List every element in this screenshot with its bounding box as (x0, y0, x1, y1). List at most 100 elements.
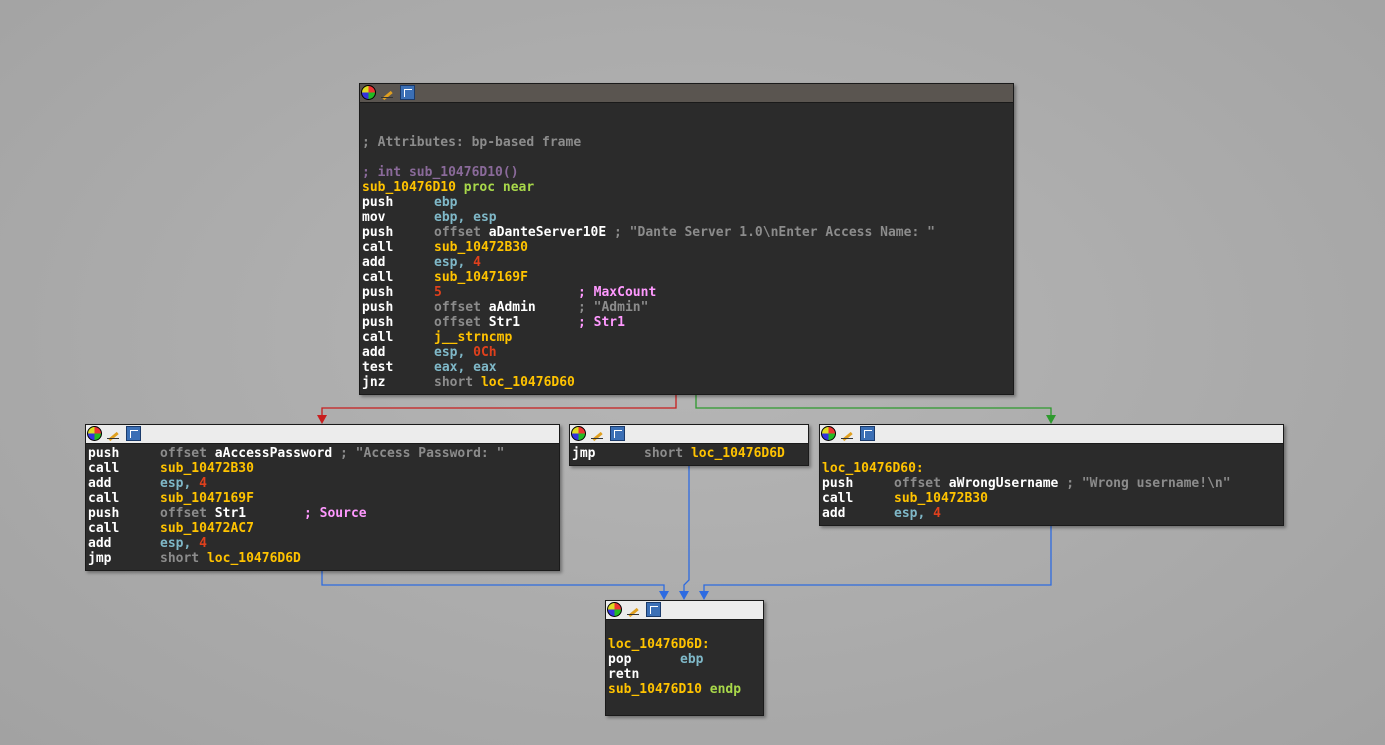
code-token: esp, (894, 506, 926, 521)
code-token: mov (362, 210, 386, 225)
instruction-line[interactable]: push offset Str1; Source (88, 506, 559, 521)
instruction-line[interactable]: add esp, 0Ch (362, 345, 1013, 360)
instruction-line[interactable]: push offset aDanteServer10E ; "Dante Serv… (362, 225, 1013, 240)
instruction-line[interactable]: add esp, 4 (822, 506, 1283, 521)
node-color-icon[interactable] (607, 602, 622, 617)
edge-left-to-bottom (321, 570, 669, 600)
code-token: call (88, 461, 120, 476)
proc-declaration: sub_10476D10 proc near (362, 180, 535, 195)
block-header (570, 425, 808, 444)
code-token: ; Source (304, 506, 367, 521)
code-token: add (88, 536, 112, 551)
rename-icon[interactable] (626, 602, 641, 617)
proc-end: sub_10476D10 endp (608, 682, 763, 697)
code-token: offset (434, 315, 481, 330)
code-token: sub_10472B30 (894, 491, 988, 506)
instruction-line[interactable]: retn (608, 667, 763, 682)
code-block-wrong-username[interactable]: loc_10476D60: push offset aWrongUsername … (819, 424, 1284, 526)
instruction-line[interactable]: call sub_10472B30 (362, 240, 1013, 255)
function-signature-comment: ; int sub_10476D10() (362, 165, 519, 180)
code-token: add (88, 476, 112, 491)
code-token: push (88, 506, 120, 521)
graph-overview-icon[interactable] (860, 426, 875, 441)
code-token: sub_10472B30 (434, 240, 528, 255)
instruction-line[interactable]: call sub_10472B30 (88, 461, 559, 476)
instruction-line[interactable]: call sub_1047169F (88, 491, 559, 506)
code-token: aAccessPassword (214, 446, 333, 461)
code-token: pop (608, 652, 632, 667)
graph-overview-icon[interactable] (400, 85, 415, 100)
block-header (360, 84, 1013, 103)
instruction-line[interactable]: test eax, eax (362, 360, 1013, 375)
instruction-line[interactable]: add esp, 4 (362, 255, 1013, 270)
code-token: offset Str1 (434, 315, 578, 330)
instruction-line[interactable]: push ebp (362, 195, 1013, 210)
code-token: esp, (434, 255, 466, 270)
function-name[interactable]: sub_10476D10 (362, 180, 456, 195)
instruction-line[interactable]: jmp short loc_10476D6D (88, 551, 559, 566)
code-token: ebp (434, 195, 458, 210)
code-token: loc_10476D60 (480, 375, 575, 390)
rename-icon[interactable] (106, 426, 121, 441)
instruction-line[interactable]: push 5 ; MaxCount (362, 285, 1013, 300)
graph-overview-icon[interactable] (646, 602, 661, 617)
code-token: 4 (199, 476, 207, 491)
code-token: loc_10476D6D (690, 446, 785, 461)
location-label[interactable]: loc_10476D60: (822, 461, 924, 476)
node-color-icon[interactable] (361, 85, 376, 100)
code-token: offset (160, 446, 207, 461)
instruction-line[interactable]: mov ebp, esp (362, 210, 1013, 225)
node-color-icon[interactable] (821, 426, 836, 441)
block-header (606, 601, 763, 620)
instruction-line[interactable]: call j__strncmp (362, 330, 1013, 345)
instruction-line[interactable]: call sub_1047169F (362, 270, 1013, 285)
instruction-line[interactable]: add esp, 4 (88, 536, 559, 551)
code-token: jmp (572, 446, 596, 461)
code-token: ; "Access Password: " (340, 446, 505, 461)
node-color-icon[interactable] (571, 426, 586, 441)
code-token: sub_10472AC7 (160, 521, 254, 536)
code-token: offset (434, 225, 481, 240)
location-label[interactable]: loc_10476D6D: (608, 637, 710, 652)
code-token: aWrongUsername (948, 476, 1059, 491)
code-block-jmp[interactable]: jmp short loc_10476D6D (569, 424, 809, 466)
code-token: call (88, 521, 120, 536)
instruction-line[interactable]: push offset aWrongUsername ; "Wrong usern… (822, 476, 1283, 491)
code-token: add (362, 345, 386, 360)
code-token: push (362, 300, 394, 315)
code-block-entry[interactable]: ; Attributes: bp-based frame ; int sub_1… (359, 83, 1014, 395)
code-token: ; "Admin" (578, 300, 649, 315)
rename-icon[interactable] (840, 426, 855, 441)
code-block-access-password[interactable]: push offset aAccessPassword ; "Access Pas… (85, 424, 560, 571)
code-token: offset (434, 300, 481, 315)
code-token: add (822, 506, 846, 521)
graph-overview-icon[interactable] (126, 426, 141, 441)
instruction-line[interactable]: jmp short loc_10476D6D (572, 446, 808, 461)
instruction-line[interactable]: add esp, 4 (88, 476, 559, 491)
graph-overview-icon[interactable] (610, 426, 625, 441)
code-token: Str1 (214, 506, 247, 521)
rename-icon[interactable] (590, 426, 605, 441)
code-token: offset (894, 476, 941, 491)
code-token: push (362, 315, 394, 330)
code-token: jnz (362, 375, 386, 390)
rename-icon[interactable] (380, 85, 395, 100)
code-token: j__strncmp (434, 330, 513, 345)
code-token: 4 (473, 255, 481, 270)
code-block-exit[interactable]: loc_10476D6D: pop ebp retn sub_10476D10 e… (605, 600, 764, 716)
code-token: call (362, 240, 394, 255)
instruction-line[interactable]: call sub_10472AC7 (88, 521, 559, 536)
instruction-line[interactable]: call sub_10472B30 (822, 491, 1283, 506)
function-name[interactable]: sub_10476D10 (608, 682, 702, 697)
code-token: sub_1047169F (434, 270, 528, 285)
instruction-line[interactable]: push offset aAccessPassword ; "Access Pas… (88, 446, 559, 461)
instruction-line[interactable]: push offset Str1; Str1 (362, 315, 1013, 330)
instruction-line[interactable]: push offset aAdmin; "Admin" (362, 300, 1013, 315)
instruction-line[interactable]: pop ebp (608, 652, 763, 667)
code-token: call (88, 491, 120, 506)
instruction-line[interactable]: jnz short loc_10476D60 (362, 375, 1013, 390)
edge-mid-to-bottom (679, 465, 690, 600)
code-token: aDanteServer10E (488, 225, 607, 240)
node-color-icon[interactable] (87, 426, 102, 441)
code-token: 0Ch (473, 345, 497, 360)
